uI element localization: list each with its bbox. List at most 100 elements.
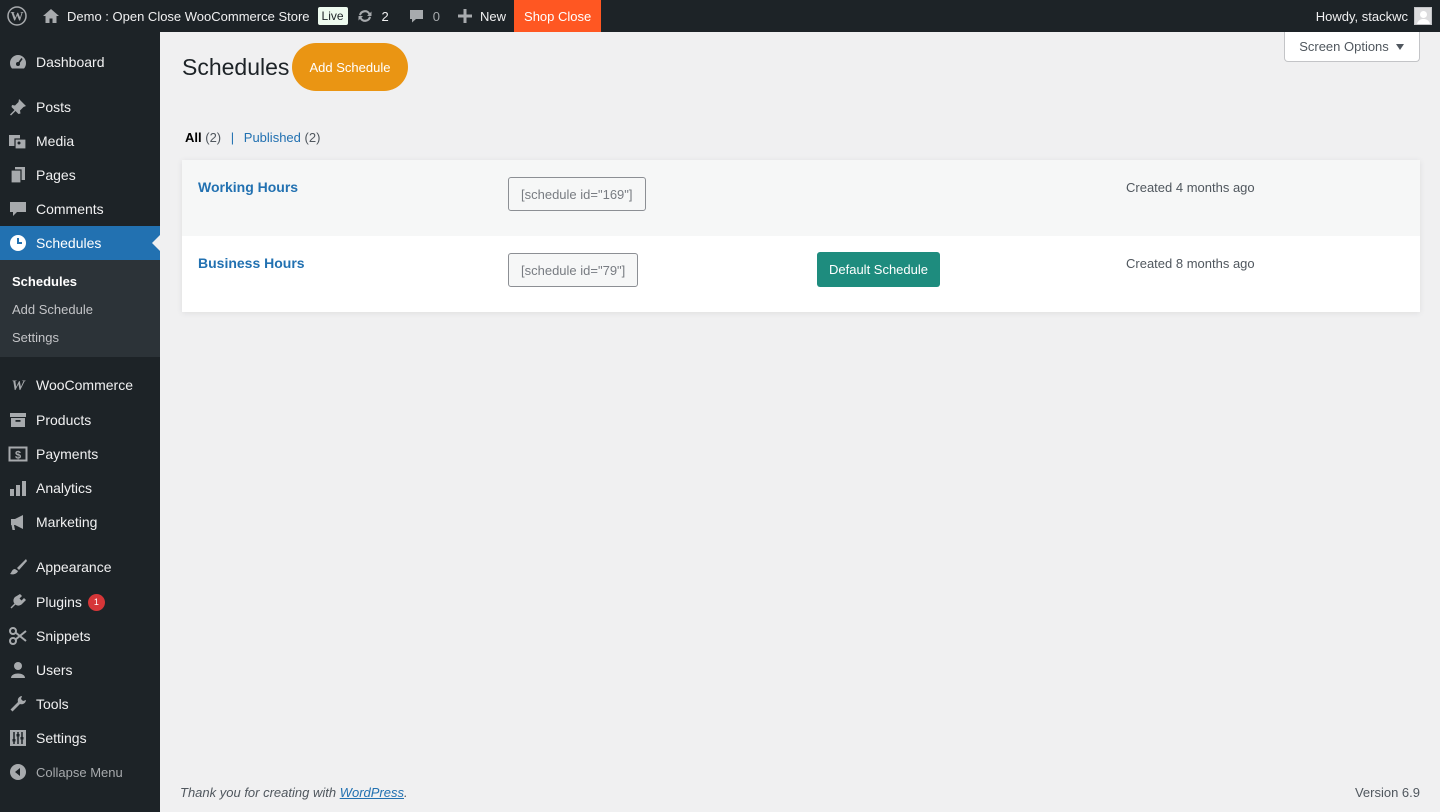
created-date: Created 4 months ago [1126,180,1255,195]
collapse-menu-button[interactable]: Collapse Menu [0,755,160,789]
menu-label: Tools [36,696,69,712]
svg-text:W: W [11,378,26,392]
refresh-icon [356,8,374,24]
menu-item-schedules[interactable]: Schedules [0,226,160,260]
menu-item-products[interactable]: Products [0,403,160,437]
updates-count: 2 [381,8,389,24]
archive-icon [0,410,36,430]
bar-chart-icon [0,478,36,498]
schedules-list: Working Hours [schedule id="169"] Create… [182,160,1420,312]
shop-close-status[interactable]: Shop Close [514,0,602,32]
submenu-add-schedule[interactable]: Add Schedule [12,302,93,317]
menu-item-dashboard[interactable]: Dashboard [0,45,160,79]
account-menu[interactable]: Howdy, stackwc [1316,7,1440,25]
schedule-title-link[interactable]: Working Hours [198,179,298,195]
menu-item-comments[interactable]: Comments [0,192,160,226]
menu-item-posts[interactable]: Posts [0,90,160,124]
footer-thanks: Thank you for creating with WordPress. [180,785,408,800]
admin-menu: Dashboard Posts Media Pages Comments Sch… [0,32,160,812]
page-title: Schedules [182,54,290,80]
menu-item-marketing[interactable]: Marketing [0,505,160,539]
filter-published-count: (2) [304,130,321,145]
menu-item-pages[interactable]: Pages [0,158,160,192]
menu-label: Snippets [36,628,91,644]
menu-label: Dashboard [36,54,105,70]
pin-icon [0,97,36,117]
admin-bar: W Demo : Open Close WooCommerce Store Li… [0,0,1440,32]
list-item: Business Hours [schedule id="79"] Defaul… [182,236,1420,312]
filter-all-count: (2) [205,130,222,145]
menu-label: Analytics [36,480,93,496]
shortcode-field[interactable]: [schedule id="169"] [508,177,646,211]
main-content: Schedules Add Schedule Screen Options Al… [160,32,1440,812]
live-badge: Live [317,7,348,25]
howdy-greeting: Howdy, stackwc [1315,8,1408,24]
comment-icon [0,199,36,219]
menu-label: Payments [36,446,99,462]
default-schedule-badge[interactable]: Default Schedule [817,252,940,287]
user-icon [0,660,36,680]
menu-item-snippets[interactable]: Snippets [0,619,160,653]
comment-bubble-icon [408,8,425,24]
avatar [1414,7,1432,25]
submenu-settings[interactable]: Settings [12,330,59,345]
plug-icon [0,592,36,612]
new-content-link[interactable]: New [440,0,506,32]
schedules-submenu: Schedules Add Schedule Settings [0,260,160,357]
site-name: Demo : Open Close WooCommerce Store [67,8,310,24]
svg-text:$: $ [15,450,21,462]
megaphone-icon [0,512,36,532]
filter-separator: | [230,130,235,145]
menu-item-settings[interactable]: Settings [0,721,160,755]
wrench-icon [0,694,36,714]
list-item: Working Hours [schedule id="169"] Create… [182,160,1420,236]
menu-label: Comments [36,201,104,217]
menu-item-appearance[interactable]: Appearance [0,550,160,584]
filter-published[interactable]: Published [244,130,301,145]
menu-label: Media [36,133,75,149]
scissors-icon [0,626,36,646]
menu-label: Products [36,412,92,428]
menu-item-analytics[interactable]: Analytics [0,471,160,505]
comments-count: 0 [432,8,441,24]
menu-label: Appearance [36,559,112,575]
comments-link[interactable]: 0 [389,0,440,32]
wordpress-icon: W [7,6,27,26]
plugins-update-badge: 1 [87,593,105,611]
site-name-link[interactable]: Demo : Open Close WooCommerce Store Live [34,0,348,32]
wordpress-link[interactable]: WordPress [340,785,404,800]
add-schedule-button[interactable]: Add Schedule [292,43,408,91]
footer-version: Version 6.9 [1354,785,1420,800]
menu-item-media[interactable]: Media [0,124,160,158]
dollar-icon: $ [0,444,36,464]
menu-label: WooCommerce [36,377,133,393]
menu-item-users[interactable]: Users [0,653,160,687]
footer-thanks-suffix: . [404,785,408,800]
menu-label: Posts [36,99,72,115]
updates-link[interactable]: 2 [348,0,389,32]
caret-down-icon [1395,39,1405,54]
new-label: New [480,8,507,24]
menu-label: Marketing [36,514,98,530]
collapse-arrow-icon [0,763,36,781]
filter-all[interactable]: All [185,130,202,145]
menu-item-payments[interactable]: $ Payments [0,437,160,471]
menu-label: Pages [36,167,76,183]
status-filters: All (2) | Published (2) [185,130,320,145]
shortcode-field[interactable]: [schedule id="79"] [508,253,639,287]
media-icon [0,131,36,151]
wordpress-logo[interactable]: W [0,0,34,32]
menu-item-woocommerce[interactable]: W WooCommerce [0,368,160,402]
woocommerce-icon: W [0,378,36,392]
menu-label: Settings [36,730,87,746]
clock-icon [0,233,36,253]
menu-item-plugins[interactable]: Plugins 1 [0,585,160,619]
screen-options-button[interactable]: Screen Options [1284,32,1420,62]
pages-icon [0,165,36,185]
menu-item-tools[interactable]: Tools [0,687,160,721]
menu-label: Users [36,662,73,678]
submenu-schedules[interactable]: Schedules [12,274,77,289]
plus-icon [458,9,473,23]
schedule-title-link[interactable]: Business Hours [198,255,305,271]
svg-text:W: W [11,9,24,24]
